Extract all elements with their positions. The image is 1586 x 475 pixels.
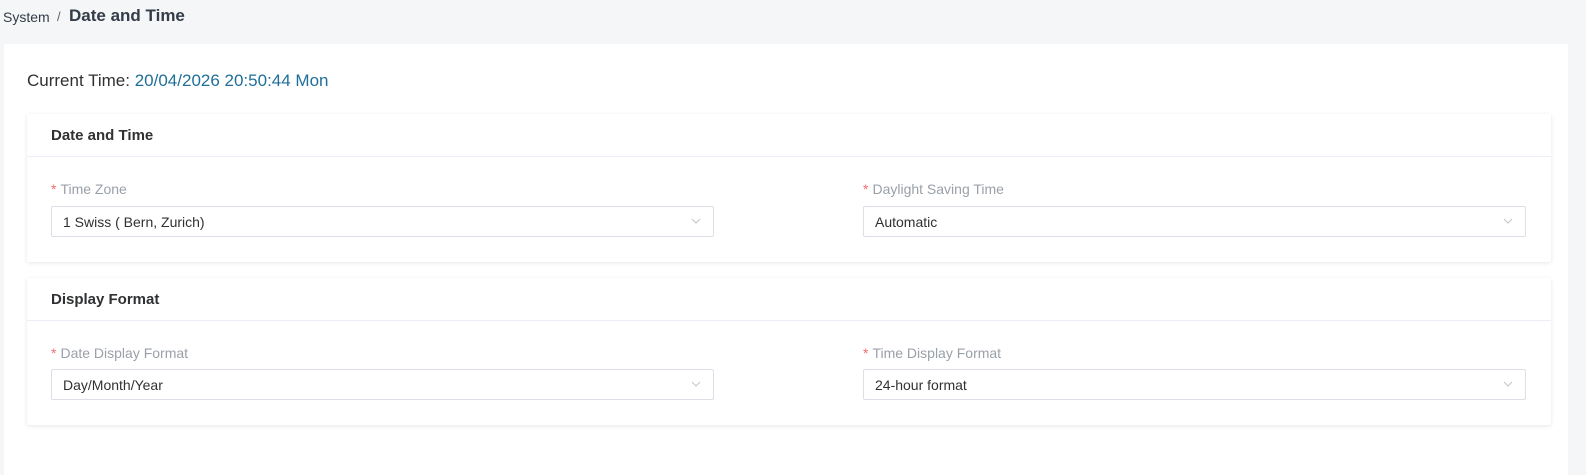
chevron-down-icon [1503, 218, 1513, 224]
date-display-format-value: Day/Month/Year [63, 377, 163, 393]
chevron-down-icon [691, 381, 701, 387]
section-header: Date and Time [27, 114, 1551, 157]
date-display-format-label: * Date Display Format [51, 345, 188, 361]
required-marker: * [51, 181, 57, 197]
breadcrumb: System / Date and Time [0, 0, 1586, 44]
breadcrumb-separator: / [57, 9, 61, 24]
time-display-format-value: 24-hour format [875, 377, 967, 393]
required-marker: * [51, 345, 57, 361]
date-display-format-select[interactable]: Day/Month/Year [51, 369, 714, 400]
section-title: Display Format [51, 291, 160, 308]
section-title: Date and Time [51, 127, 154, 144]
chevron-down-icon [691, 218, 701, 224]
daylight-saving-label: * Daylight Saving Time [863, 181, 1004, 197]
page-title: Date and Time [69, 6, 185, 25]
time-zone-value: 1 Swiss ( Bern, Zurich) [63, 214, 205, 230]
time-display-format-label-text: Time Display Format [872, 345, 1002, 361]
current-time-display: Current Time: 20/04/2026 20:50:44 Mon [27, 71, 329, 91]
display-format-section: Display Format * Date Display Format Day/… [27, 278, 1551, 425]
time-zone-select[interactable]: 1 Swiss ( Bern, Zurich) [51, 206, 714, 237]
current-time-value: 20/04/2026 20:50:44 Mon [134, 71, 329, 90]
daylight-saving-label-text: Daylight Saving Time [872, 181, 1004, 197]
section-header: Display Format [27, 278, 1551, 321]
time-zone-label: * Time Zone [51, 181, 127, 197]
current-time-label: Current Time: [27, 71, 130, 90]
daylight-saving-select[interactable]: Automatic [863, 206, 1526, 237]
time-display-format-label: * Time Display Format [863, 345, 1001, 361]
required-marker: * [863, 345, 869, 361]
breadcrumb-parent-link[interactable]: System [3, 9, 50, 25]
time-display-format-select[interactable]: 24-hour format [863, 369, 1526, 400]
date-display-format-label-text: Date Display Format [60, 345, 189, 361]
content-panel: Current Time: 20/04/2026 20:50:44 Mon Da… [4, 44, 1568, 475]
chevron-down-icon [1503, 381, 1513, 387]
date-time-section: Date and Time * Time Zone 1 Swiss ( Bern,… [27, 114, 1551, 262]
daylight-saving-value: Automatic [875, 214, 938, 230]
required-marker: * [863, 181, 869, 197]
time-zone-label-text: Time Zone [60, 181, 127, 197]
